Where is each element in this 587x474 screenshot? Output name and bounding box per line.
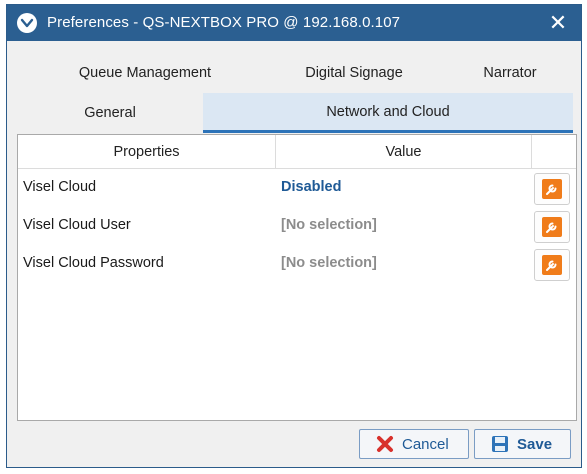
title-bar[interactable]: Preferences - QS-NEXTBOX PRO @ 192.168.0… bbox=[7, 5, 581, 41]
edit-visel-cloud-user-button[interactable] bbox=[534, 211, 570, 243]
wrench-icon bbox=[542, 179, 562, 199]
property-value[interactable]: Disabled bbox=[281, 179, 341, 195]
grid-row-visel-cloud-user: Visel Cloud User [No selection] bbox=[18, 207, 576, 245]
edit-visel-cloud-password-button[interactable] bbox=[534, 249, 570, 281]
tab-row-2: General Network and Cloud bbox=[17, 93, 579, 133]
column-header-value: Value bbox=[276, 135, 532, 169]
app-logo-icon bbox=[17, 13, 37, 33]
edit-visel-cloud-button[interactable] bbox=[534, 173, 570, 205]
grid-row-visel-cloud-password: Visel Cloud Password [No selection] bbox=[18, 245, 576, 283]
column-header-properties: Properties bbox=[18, 135, 276, 169]
property-value[interactable]: [No selection] bbox=[281, 217, 377, 233]
property-label: Visel Cloud bbox=[23, 179, 97, 195]
grid-row-visel-cloud: Visel Cloud Disabled bbox=[18, 169, 576, 207]
property-label: Visel Cloud User bbox=[23, 217, 131, 233]
property-value[interactable]: [No selection] bbox=[281, 255, 377, 271]
floppy-disk-icon bbox=[489, 433, 511, 455]
cancel-label: Cancel bbox=[402, 435, 449, 453]
save-label: Save bbox=[517, 435, 553, 453]
wrench-icon bbox=[542, 255, 562, 275]
properties-grid: Properties Value Visel Cloud Disabled Vi… bbox=[17, 134, 577, 421]
grid-header: Properties Value bbox=[18, 135, 576, 169]
save-button[interactable]: Save bbox=[474, 429, 571, 459]
tab-network-and-cloud[interactable]: Network and Cloud bbox=[203, 93, 573, 133]
tab-narrator[interactable]: Narrator bbox=[445, 53, 575, 93]
cancel-x-icon bbox=[374, 433, 396, 455]
wrench-icon bbox=[542, 217, 562, 237]
preferences-window: Preferences - QS-NEXTBOX PRO @ 192.168.0… bbox=[6, 4, 582, 468]
tab-digital-signage[interactable]: Digital Signage bbox=[263, 53, 445, 93]
property-label: Visel Cloud Password bbox=[23, 255, 164, 271]
tab-general[interactable]: General bbox=[17, 93, 203, 133]
window-title: Preferences - QS-NEXTBOX PRO @ 192.168.0… bbox=[47, 14, 401, 31]
cancel-button[interactable]: Cancel bbox=[359, 429, 469, 459]
tab-row-1: Queue Management Digital Signage Narrato… bbox=[17, 53, 579, 95]
close-icon[interactable]: ✕ bbox=[535, 5, 581, 41]
tab-queue-management[interactable]: Queue Management bbox=[27, 53, 263, 93]
